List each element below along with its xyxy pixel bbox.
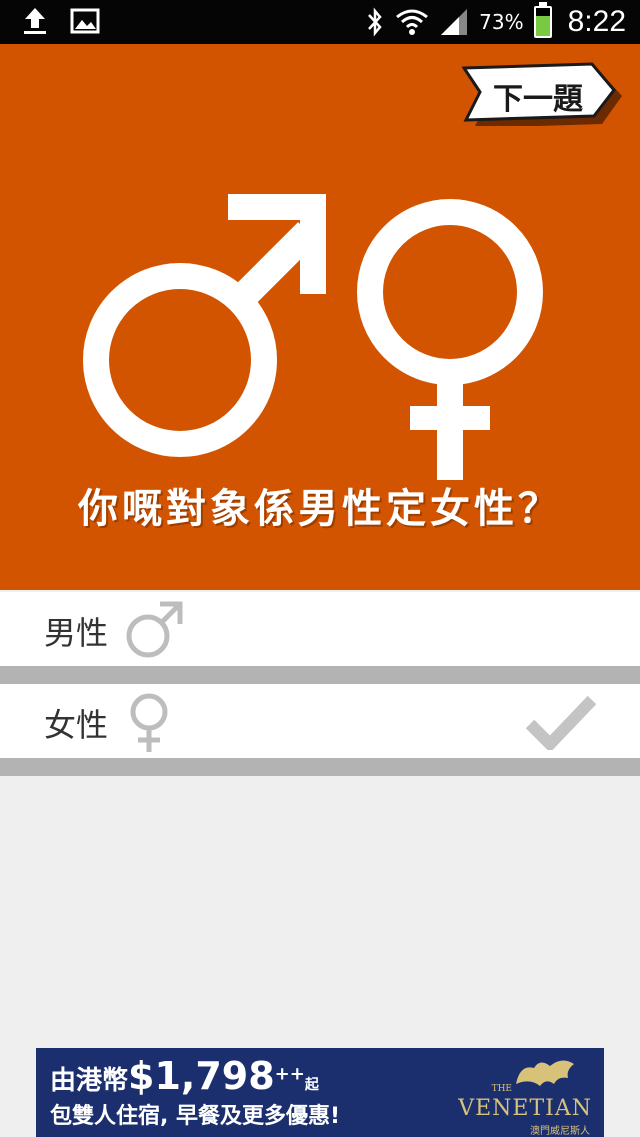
checkmark-icon (526, 695, 596, 750)
battery-percent: 73% (479, 10, 524, 34)
divider (0, 666, 640, 684)
option-male[interactable]: 男性 (0, 592, 640, 666)
venetian-lion-logo-icon (516, 1060, 574, 1086)
clock: 8:22 (567, 5, 626, 38)
bluetooth-icon (368, 7, 382, 37)
divider (0, 758, 640, 776)
option-label: 女性 (44, 706, 109, 744)
female-large-icon (357, 199, 543, 480)
ad-brand-sub: 澳門威尼斯人 (530, 1126, 590, 1137)
gender-symbols-illustration (83, 194, 543, 480)
battery-icon (533, 2, 552, 38)
battery-fill (535, 15, 550, 36)
image-icon (70, 8, 100, 34)
next-button[interactable]: 下一題 (478, 74, 598, 118)
ad-subline: 包雙人住宿, 早餐及更多優惠! (50, 1104, 341, 1129)
option-female[interactable]: 女性 (0, 684, 640, 758)
male-large-icon (83, 194, 326, 457)
status-bar: 73% 8:22 (0, 0, 640, 44)
question-hero: 下一題 你嘅對象係男性定女性？ (0, 44, 640, 590)
question-title: 你嘅對象係男性定女性？ (78, 486, 562, 532)
ad-banner[interactable]: 由港幣$1,798++起 包雙人住宿, 早餐及更多優惠! THE VENETIA… (36, 1048, 604, 1137)
female-symbol-icon (130, 693, 168, 752)
option-label: 男性 (44, 614, 109, 652)
male-symbol-icon (126, 601, 183, 658)
wifi-icon (396, 9, 429, 35)
ad-headline: 由港幣$1,798++起 (50, 1054, 319, 1098)
ad-brand: VENETIAN (458, 1096, 592, 1121)
signal-icon (441, 9, 468, 35)
ad-brand-the: THE (491, 1084, 512, 1094)
upload-icon (24, 8, 46, 34)
